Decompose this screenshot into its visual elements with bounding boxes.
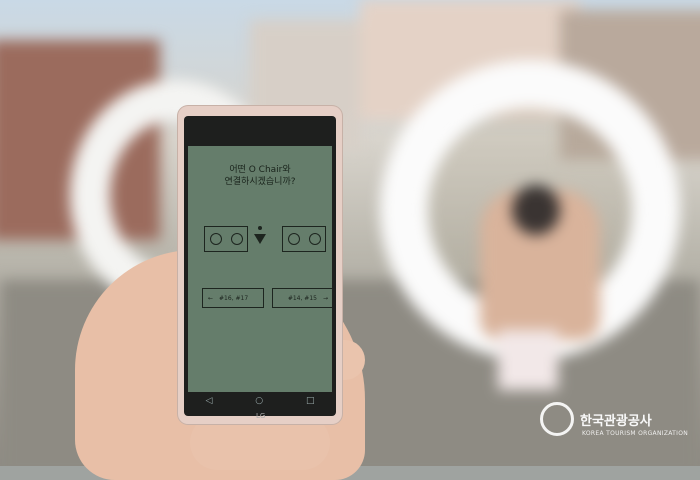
smartphone: 어떤 O Chair와 연결하시겠습니까? ← #16, #17 #14, #1… (178, 106, 342, 424)
brand-logo: LG (256, 412, 266, 420)
arrow-right-icon: → (322, 294, 328, 302)
connect-prompt: 어떤 O Chair와 연결하시겠습니까? (188, 164, 332, 188)
watermark-title: 한국관광공사 (580, 414, 652, 429)
prompt-line-2: 연결하시겠습니까? (224, 177, 296, 187)
arrow-left-icon: ← (208, 294, 214, 302)
kto-logo-icon (540, 402, 574, 436)
phone-bezel: 어떤 O Chair와 연결하시겠습니까? ← #16, #17 #14, #1… (184, 116, 336, 420)
recent-apps-icon[interactable]: □ (306, 396, 315, 406)
chair-icon (204, 226, 248, 252)
home-icon[interactable]: ○ (255, 396, 263, 406)
watermark-subtitle: KOREA TOURISM ORGANIZATION (582, 430, 689, 437)
prompt-line-1: 어떤 O Chair와 (229, 165, 291, 175)
person-legs (498, 330, 558, 390)
right-button-label: #14, #15 (287, 294, 317, 302)
select-left-button[interactable]: ← #16, #17 (202, 288, 264, 308)
left-button-label: #16, #17 (219, 294, 249, 302)
user-dot-icon (258, 226, 262, 230)
person-head (512, 185, 560, 235)
select-right-button[interactable]: #14, #15 → (272, 288, 332, 308)
nav-bar: ◁ ○ □ (184, 394, 336, 408)
back-icon[interactable]: ◁ (205, 396, 212, 406)
chair-icon (282, 226, 326, 252)
phone-screen: 어떤 O Chair와 연결하시겠습니까? ← #16, #17 #14, #1… (188, 146, 332, 392)
position-marker-icon (254, 234, 266, 244)
